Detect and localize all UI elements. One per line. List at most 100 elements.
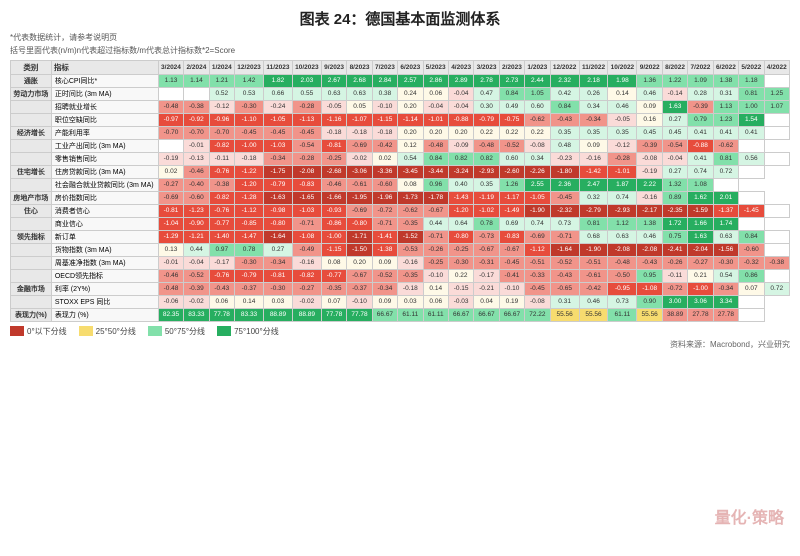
cell-value: -0.30 <box>264 282 293 295</box>
cell-value: -1.90 <box>579 243 608 256</box>
cell-value: -1.56 <box>713 243 738 256</box>
cell-value: -1.38 <box>372 243 397 256</box>
cell-value: -0.79 <box>235 269 264 282</box>
cell-value: -0.01 <box>184 139 209 152</box>
cell-value: -0.16 <box>292 256 321 269</box>
cell-value <box>764 230 790 243</box>
cell-value: 1.54 <box>739 113 764 126</box>
cell-value: -0.17 <box>474 269 499 282</box>
cell-value: -0.82 <box>209 139 234 152</box>
cell-value: 0.04 <box>474 295 499 308</box>
cell-value: -0.77 <box>321 269 346 282</box>
cell-value: 27.78 <box>688 308 713 321</box>
cell-value: -1.41 <box>372 230 397 243</box>
cell-value: -0.50 <box>608 269 637 282</box>
col-header-18: 9/2022 <box>637 60 662 74</box>
cell-value: -0.82 <box>209 191 234 204</box>
cell-value: -2.93 <box>608 204 637 217</box>
cell-value: 0.09 <box>579 139 608 152</box>
cell-value: -1.05 <box>264 113 293 126</box>
cell-value: -0.83 <box>292 178 321 191</box>
cell-value: -1.16 <box>321 113 346 126</box>
cell-value <box>764 152 790 165</box>
cell-value: 0.05 <box>347 100 372 113</box>
cell-value: 0.31 <box>713 87 738 100</box>
cell-value: 0.78 <box>235 243 264 256</box>
cell-value: 0.22 <box>525 126 550 139</box>
cell-value: -0.10 <box>372 100 397 113</box>
cell-value: 77.78 <box>209 308 234 321</box>
cell-value: -0.41 <box>499 269 524 282</box>
cell-value: 0.74 <box>525 217 550 230</box>
cell-value <box>739 295 764 308</box>
cell-value: 0.68 <box>579 230 608 243</box>
cell-value: 0.84 <box>423 152 448 165</box>
cell-value: 1.09 <box>688 74 713 87</box>
cell-value: 1.42 <box>235 74 264 87</box>
cell-value: -0.18 <box>321 126 346 139</box>
cell-value: -1.01 <box>423 113 448 126</box>
cell-value: -0.08 <box>525 139 550 152</box>
cell-value: -0.16 <box>398 256 423 269</box>
cell-value: -0.34 <box>713 282 738 295</box>
cell-value: 0.32 <box>579 191 608 204</box>
cell-value: -0.72 <box>372 204 397 217</box>
cell-value: 0.08 <box>321 256 346 269</box>
cell-value: 0.46 <box>579 295 608 308</box>
cell-value: -0.27 <box>158 178 183 191</box>
cell-value: 61.11 <box>423 308 448 321</box>
cell-value: 0.86 <box>739 269 764 282</box>
table-row: 房地产市场房价指数同比-0.69-0.60-0.82-1.28-1.63-1.6… <box>11 191 790 204</box>
cell-value <box>739 139 764 152</box>
cell-value: -0.46 <box>321 178 346 191</box>
cell-value: -0.51 <box>525 256 550 269</box>
cell-value: 0.73 <box>550 217 579 230</box>
cell-value: -0.39 <box>184 282 209 295</box>
cell-value: -0.54 <box>292 139 321 152</box>
cell-category <box>11 100 52 113</box>
cell-value: -0.32 <box>739 256 764 269</box>
cell-value: -0.35 <box>398 217 423 230</box>
cell-value: 0.48 <box>550 139 579 152</box>
cell-value <box>764 269 790 282</box>
col-header-17: 10/2022 <box>608 60 637 74</box>
cell-value: 0.09 <box>372 256 397 269</box>
cell-value: 0.75 <box>662 230 687 243</box>
cell-value: -0.67 <box>347 269 372 282</box>
cell-value: 0.35 <box>608 126 637 139</box>
cell-value: 0.09 <box>372 295 397 308</box>
cell-value: 0.66 <box>264 87 293 100</box>
cell-value: -0.02 <box>184 295 209 308</box>
legend-label: 0°以下分线 <box>27 326 67 337</box>
cell-value: -0.79 <box>264 178 293 191</box>
cell-value: -0.04 <box>448 100 473 113</box>
cell-value: -1.28 <box>235 191 264 204</box>
cell-value: -2.17 <box>637 204 662 217</box>
col-header-7: 8/2023 <box>347 60 372 74</box>
col-header-9: 6/2023 <box>398 60 423 74</box>
cell-value: 3.34 <box>713 295 738 308</box>
cell-value: 1.63 <box>688 230 713 243</box>
cell-value: -1.15 <box>372 113 397 126</box>
cell-value: 0.63 <box>321 87 346 100</box>
cell-category <box>11 178 52 191</box>
cell-value: -0.06 <box>158 295 183 308</box>
cell-value: -2.08 <box>292 165 321 178</box>
cell-value: -0.48 <box>474 139 499 152</box>
cell-value: -1.64 <box>264 230 293 243</box>
cell-value: -0.39 <box>637 139 662 152</box>
col-header-13: 2/2023 <box>499 60 524 74</box>
cell-value: -0.43 <box>209 282 234 295</box>
cell-value: -1.96 <box>372 191 397 204</box>
table-body: 通胀核心CPI同比*1.131.141.211.421.822.032.672.… <box>11 74 790 321</box>
cell-value: -0.45 <box>550 191 579 204</box>
col-header-label: 指标 <box>51 60 158 74</box>
cell-value: 0.63 <box>713 230 738 243</box>
cell-value: 1.32 <box>662 178 687 191</box>
cell-value: 0.35 <box>474 178 499 191</box>
cell-value: 0.27 <box>264 243 293 256</box>
cell-value: -0.02 <box>292 295 321 308</box>
cell-value: -0.19 <box>637 165 662 178</box>
cell-value: 0.02 <box>372 152 397 165</box>
cell-value: 0.12 <box>398 139 423 152</box>
